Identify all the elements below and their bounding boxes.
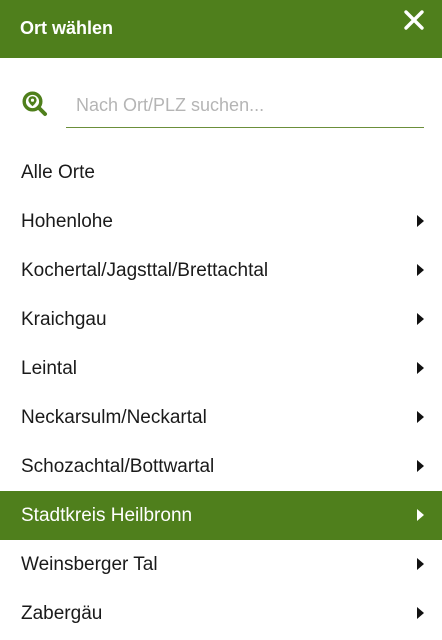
list-item[interactable]: Hohenlohe — [0, 197, 442, 246]
list-item[interactable]: Leintal — [0, 344, 442, 393]
chevron-right-icon — [417, 508, 424, 521]
chevron-right-icon — [417, 606, 424, 619]
list-item-label: Alle Orte — [21, 161, 95, 183]
list-item-label: Weinsberger Tal — [21, 553, 158, 575]
list-item-label: Hohenlohe — [21, 210, 113, 232]
list-item-label: Schozachtal/Bottwartal — [21, 455, 215, 477]
list-item-label: Kochertal/Jagsttal/Brettachtal — [21, 259, 269, 281]
dialog-title: Ort wählen — [20, 17, 114, 38]
chevron-right-icon — [417, 263, 424, 276]
search-location-icon — [22, 91, 47, 116]
close-button[interactable] — [402, 8, 426, 32]
chevron-right-icon — [417, 410, 424, 423]
chevron-right-icon — [417, 312, 424, 325]
chevron-right-icon — [417, 361, 424, 374]
place-list: Alle Orte Hohenlohe Kochertal/Jagsttal/Bre… — [0, 148, 442, 638]
search-input[interactable] — [66, 84, 424, 128]
list-item[interactable]: Neckarsulm/Neckartal — [0, 393, 442, 442]
list-item[interactable]: Schozachtal/Bottwartal — [0, 442, 442, 491]
chevron-right-icon — [417, 557, 424, 570]
list-item-label: Neckarsulm/Neckartal — [21, 406, 207, 428]
search-row — [0, 58, 442, 138]
list-item-label: Kraichgau — [21, 308, 107, 330]
list-item[interactable]: Weinsberger Tal — [0, 540, 442, 589]
list-item[interactable]: Zabergäu — [0, 589, 442, 638]
dialog-header: Ort wählen — [0, 0, 442, 58]
list-item[interactable]: Stadtkreis Heilbronn — [0, 491, 442, 540]
list-item-label: Zabergäu — [21, 602, 103, 624]
chevron-right-icon — [417, 459, 424, 472]
list-item[interactable]: Kraichgau — [0, 295, 442, 344]
list-item-label: Stadtkreis Heilbronn — [21, 504, 193, 526]
list-item-label: Leintal — [21, 357, 77, 379]
close-icon[interactable] — [402, 8, 426, 32]
list-item[interactable]: Alle Orte — [0, 148, 442, 197]
chevron-right-icon — [417, 214, 424, 227]
list-item[interactable]: Kochertal/Jagsttal/Brettachtal — [0, 246, 442, 295]
